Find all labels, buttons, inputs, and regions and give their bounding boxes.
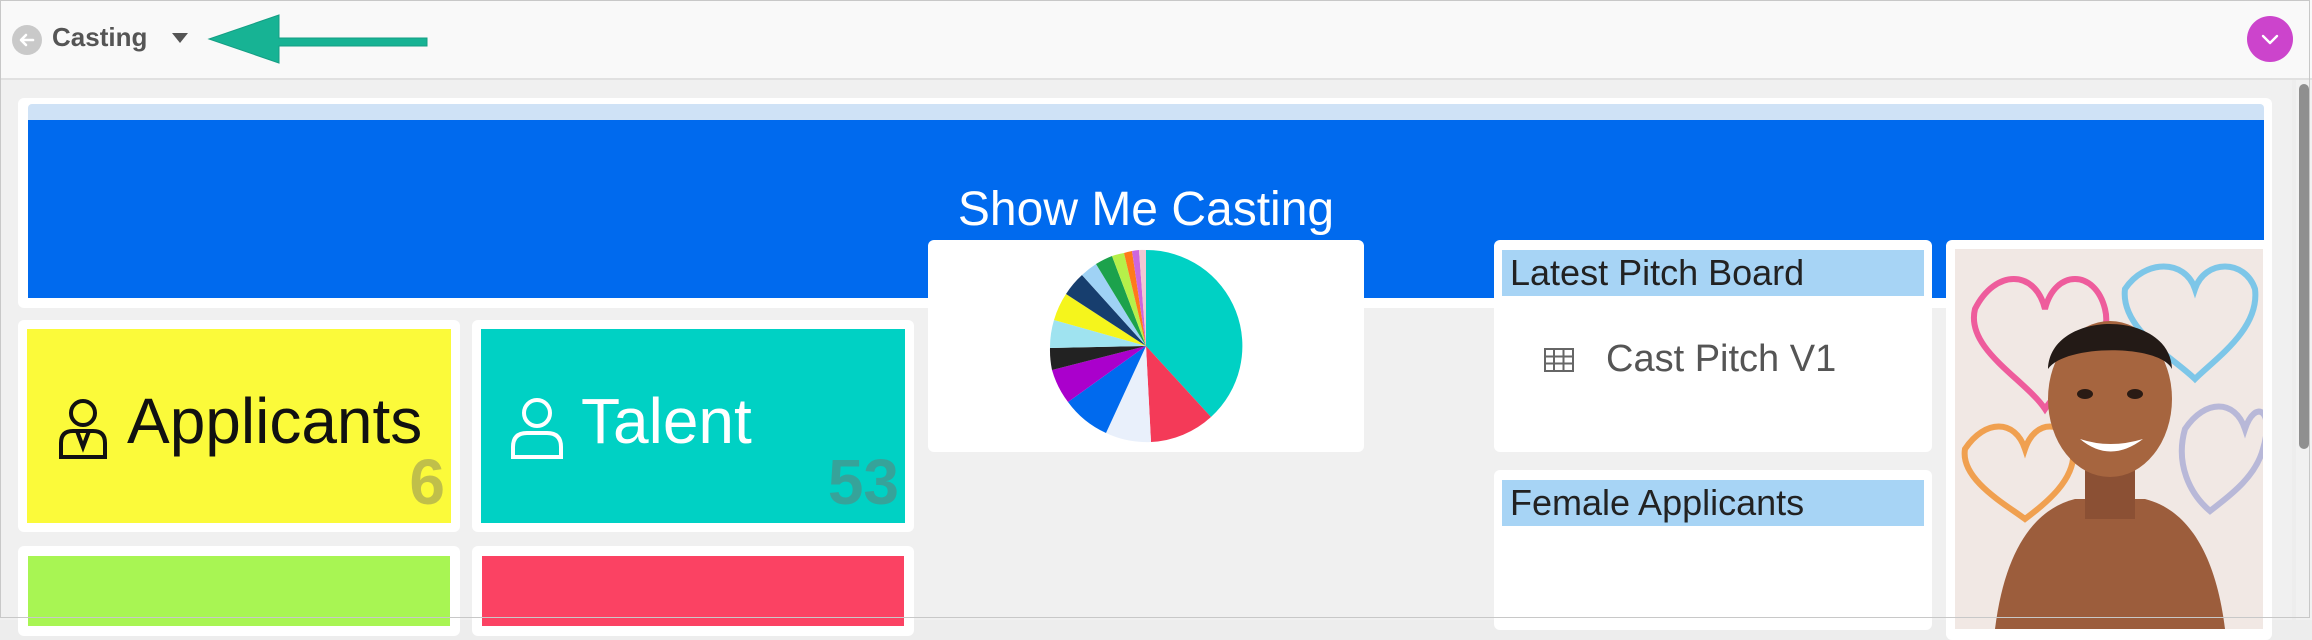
chevron-down-icon (2261, 34, 2279, 45)
talent-count: 53 (827, 446, 899, 518)
list-item[interactable]: Cast Pitch V1 (1544, 338, 1836, 381)
latest-pitch-board-card: Latest Pitch Board Cast Pitch V1 (1494, 240, 1932, 452)
scrollbar-thumb[interactable] (2299, 84, 2309, 449)
applicants-card: Applicants 6 (18, 320, 460, 532)
banner-title: Show Me Casting (957, 182, 1335, 236)
applicants-icon (59, 399, 107, 459)
banner-strip (28, 104, 2264, 120)
female-applicants-card: Female Applicants (1494, 470, 1932, 630)
person-icon (511, 398, 563, 459)
talent-tile[interactable]: Talent 53 (481, 329, 905, 523)
annotation-arrow-icon (207, 14, 428, 64)
green-tile[interactable] (28, 556, 450, 626)
red-tile[interactable] (482, 556, 904, 626)
latest-pitch-board-header: Latest Pitch Board (1502, 250, 1924, 296)
applicants-tile[interactable]: Applicants 6 (27, 329, 451, 523)
talent-card: Talent 53 (472, 320, 914, 532)
back-button[interactable] (12, 25, 42, 55)
female-applicants-header: Female Applicants (1502, 480, 1924, 526)
applicants-count: 6 (409, 446, 445, 518)
pie-chart-card[interactable] (928, 240, 1364, 452)
profile-photo (1955, 249, 2263, 629)
table-grid-icon (1544, 347, 1574, 372)
user-menu-button[interactable] (2247, 16, 2293, 62)
app-title[interactable]: Casting (52, 22, 147, 53)
applicants-label: Applicants (127, 385, 423, 457)
list-item-label: Cast Pitch V1 (1606, 338, 1837, 380)
caret-down-icon[interactable] (172, 33, 188, 43)
pie-chart (1049, 249, 1243, 443)
talent-label: Talent (581, 385, 752, 457)
top-bar: Casting (0, 0, 2312, 80)
arrow-left-icon (19, 33, 35, 47)
photo-card[interactable] (1946, 240, 2272, 640)
